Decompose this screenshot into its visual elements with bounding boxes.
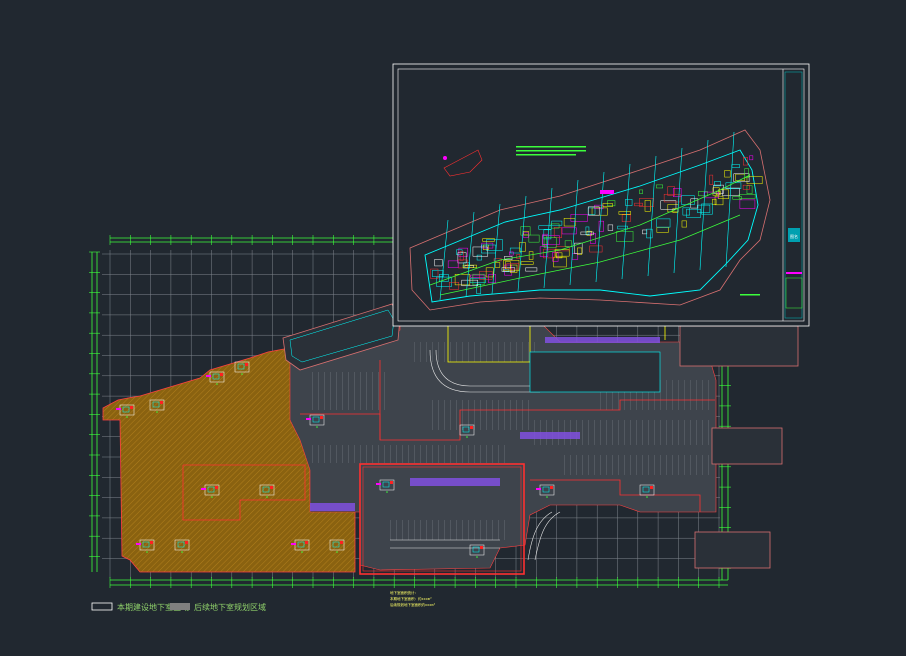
parking-stalls-5	[560, 455, 710, 475]
legend-swatch-future	[170, 603, 190, 610]
building-east-1[interactable]	[679, 325, 799, 367]
note-line-3: 后续规划地下室面积约xxxm²	[390, 602, 436, 607]
parking-stalls-6	[390, 520, 510, 540]
note-line-2: 本期地下室面积：约xxxm²	[390, 596, 432, 601]
note-line-1: 地下室面积统计：	[390, 590, 418, 595]
legend-label-future: 后续地下室规划区域	[194, 602, 266, 612]
parking-stalls-7	[410, 342, 540, 362]
parking-stalls-4	[310, 445, 510, 463]
parking-stalls-2	[430, 400, 530, 430]
title-block-label: 图名	[790, 233, 798, 239]
legend-swatch-current	[91, 602, 113, 611]
area-notes: 地下室面积统计： 本期地下室面积：约xxxm² 后续规划地下室面积约xxxm²	[390, 590, 436, 607]
legend: 本期建设地下室区域 后续地下室规划区域	[91, 602, 266, 612]
building-east-2[interactable]	[711, 427, 783, 465]
parking-stalls-1	[310, 372, 385, 410]
building-center[interactable]	[529, 351, 661, 393]
building-east-3[interactable]	[694, 531, 771, 569]
inset-frame-outer	[392, 63, 810, 327]
cad-drawing-canvas[interactable]: 图名 本期建设地下室区域 后续地下室规划区域 地下室面积统计： 本期地下室面积：…	[0, 0, 906, 656]
